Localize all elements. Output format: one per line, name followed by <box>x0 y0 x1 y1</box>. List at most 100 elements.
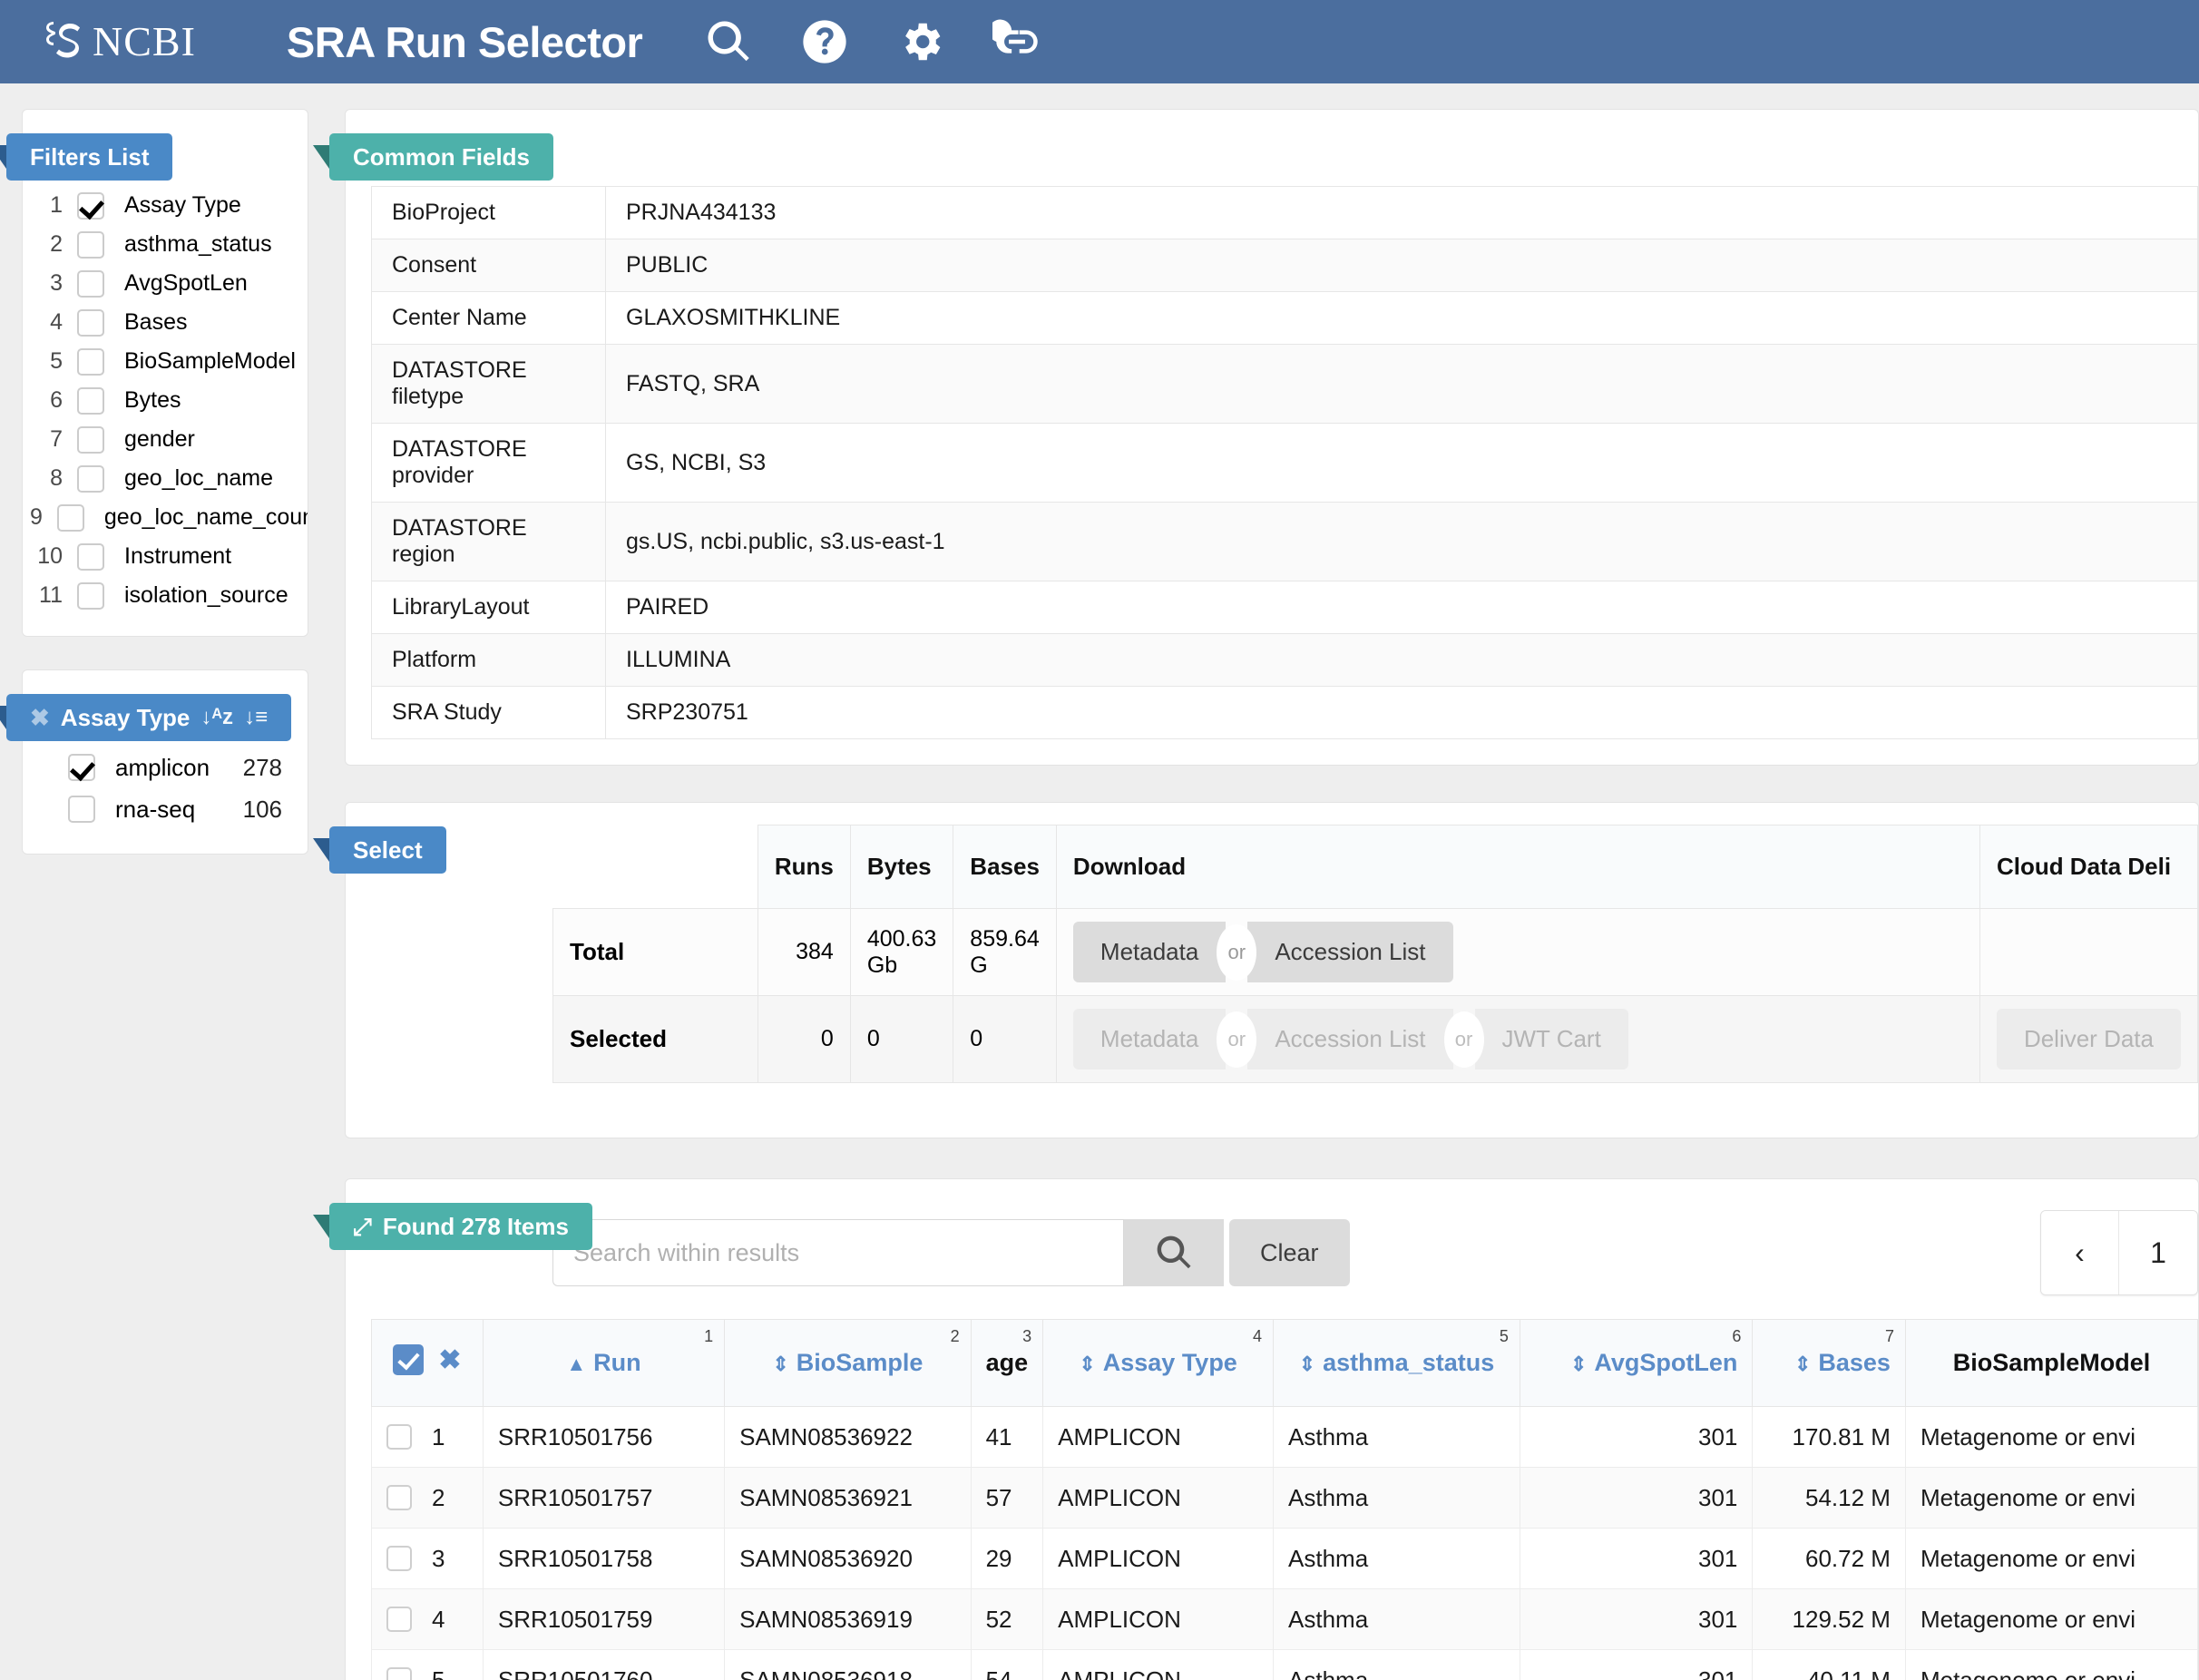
filter-item[interactable]: 10 Instrument <box>30 537 308 576</box>
cell-age: 29 <box>970 1528 1044 1589</box>
table-row[interactable]: 4 SRR10501759 SAMN08536919 52 AMPLICON Asthma… <box>371 1588 2198 1650</box>
sort-both-icon[interactable]: ⇕ <box>772 1353 788 1375</box>
assay-type-option-checkbox[interactable] <box>68 796 95 823</box>
filter-item[interactable]: 11 isolation_source <box>30 576 308 615</box>
cell-biosample[interactable]: SAMN08536919 <box>724 1588 972 1650</box>
sort-count-icon[interactable]: ↓≡ <box>244 707 268 728</box>
cell-biosample[interactable]: SAMN08536920 <box>724 1528 972 1589</box>
results-column-biosample[interactable]: 2 ⇕ BioSample <box>724 1319 972 1407</box>
row-checkbox[interactable] <box>386 1485 412 1510</box>
row-checkbox[interactable] <box>386 1607 412 1632</box>
cell-bases: 129.52 M <box>1752 1588 1906 1650</box>
sort-alpha-icon[interactable]: ↓ᴬᴢ <box>200 707 233 728</box>
filter-item-checkbox[interactable] <box>77 542 104 571</box>
common-field-value[interactable]: SRP230751 <box>605 686 2198 739</box>
search-input[interactable] <box>552 1219 1124 1286</box>
filter-item-checkbox[interactable] <box>77 386 104 415</box>
column-index: 7 <box>1884 1327 1894 1345</box>
results-column-run[interactable]: 1 ▲ Run <box>482 1319 726 1407</box>
filter-item[interactable]: 6 Bytes <box>30 381 308 420</box>
cell-run[interactable]: SRR10501760 <box>482 1649 726 1680</box>
filter-item[interactable]: 3 AvgSpotLen <box>30 264 308 303</box>
filter-item-checkbox[interactable] <box>77 230 104 259</box>
total-accession-list-button[interactable]: Accession List <box>1247 922 1453 982</box>
search-submit-button[interactable] <box>1124 1219 1224 1286</box>
close-icon[interactable]: ✖ <box>30 706 50 729</box>
search-icon[interactable] <box>704 17 753 66</box>
link-icon[interactable] <box>992 17 1041 66</box>
select-all-checkbox[interactable] <box>393 1344 425 1376</box>
row-select-cell[interactable]: 2 <box>371 1467 484 1529</box>
total-download-cell: Metadata or Accession List <box>1055 908 1980 996</box>
filters-scroll-area[interactable]: 1 Assay Type 2 asthma_status 3 AvgSpotLen 4 Bas… <box>23 186 308 621</box>
sort-both-icon[interactable]: ⇕ <box>1794 1353 1811 1375</box>
clear-button[interactable]: Clear <box>1229 1219 1350 1286</box>
sort-asc-icon[interactable]: ▲ <box>566 1353 586 1375</box>
cell-biosample[interactable]: SAMN08536918 <box>724 1649 972 1680</box>
filter-item-label: BioSampleModel <box>124 348 296 374</box>
selected-metadata-button[interactable]: Metadata <box>1072 1009 1227 1070</box>
clear-selection-icon[interactable]: ✖ <box>438 1344 461 1376</box>
filter-item[interactable]: 7 gender <box>30 420 308 459</box>
table-row[interactable]: 2 SRR10501757 SAMN08536921 57 AMPLICON Asthma… <box>371 1467 2198 1529</box>
pagination-prev-button[interactable]: ‹ <box>2041 1211 2119 1294</box>
assay-type-option-list: amplicon 278 rna-seq 106 <box>23 747 308 830</box>
row-select-cell[interactable]: 4 <box>371 1588 484 1650</box>
results-column-avgspot[interactable]: 6 ⇕ AvgSpotLen <box>1519 1319 1754 1407</box>
total-metadata-button[interactable]: Metadata <box>1072 922 1227 982</box>
col-download: Download <box>1055 825 1980 909</box>
assay-type-option[interactable]: amplicon 278 <box>23 747 308 788</box>
table-row[interactable]: 1 SRR10501756 SAMN08536922 41 AMPLICON Asthma… <box>371 1406 2198 1468</box>
sort-both-icon[interactable]: ⇕ <box>1299 1353 1315 1375</box>
table-row[interactable]: 3 SRR10501758 SAMN08536920 29 AMPLICON Asthma… <box>371 1528 2198 1589</box>
results-column-assay[interactable]: 4 ⇕ Assay Type <box>1042 1319 1275 1407</box>
filter-item[interactable]: 4 Bases <box>30 303 308 342</box>
help-icon[interactable] <box>800 17 849 66</box>
filter-item-checkbox[interactable] <box>77 308 104 337</box>
ncbi-logo[interactable]: NCBI <box>44 20 196 63</box>
results-column-asthma[interactable]: 5 ⇕ asthma_status <box>1273 1319 1520 1407</box>
filter-item[interactable]: 9 geo_loc_name_country <box>30 498 308 537</box>
results-column-bases[interactable]: 7 ⇕ Bases <box>1752 1319 1906 1407</box>
common-field-value[interactable]: PRJNA434133 <box>605 186 2198 239</box>
filter-item-checkbox[interactable] <box>77 347 104 376</box>
filter-item[interactable]: 8 geo_loc_name <box>30 459 308 498</box>
row-select-cell[interactable]: 5 <box>371 1649 484 1680</box>
cell-biosample[interactable]: SAMN08536921 <box>724 1467 972 1529</box>
assay-type-option[interactable]: rna-seq 106 <box>23 788 308 830</box>
cell-assay: AMPLICON <box>1042 1467 1275 1529</box>
column-label: age <box>985 1349 1029 1376</box>
filter-item[interactable]: 1 Assay Type <box>30 186 308 225</box>
filter-item-checkbox[interactable] <box>77 191 104 220</box>
cell-run[interactable]: SRR10501757 <box>482 1467 726 1529</box>
filter-item[interactable]: 12lat_lon <box>30 615 308 621</box>
selected-accession-list-button[interactable]: Accession List <box>1247 1009 1453 1070</box>
deliver-data-button[interactable]: Deliver Data <box>1996 1009 2181 1070</box>
cell-run[interactable]: SRR10501758 <box>482 1528 726 1589</box>
filter-item-checkbox[interactable] <box>77 464 104 493</box>
cell-run[interactable]: SRR10501759 <box>482 1588 726 1650</box>
row-checkbox[interactable] <box>386 1424 412 1450</box>
filter-item-number: 10 <box>37 543 63 569</box>
filter-item-checkbox[interactable] <box>77 581 104 610</box>
row-select-cell[interactable]: 1 <box>371 1406 484 1468</box>
filter-item-checkbox[interactable] <box>77 425 104 454</box>
table-row[interactable]: 5 SRR10501760 SAMN08536918 54 AMPLICON Asthma… <box>371 1649 2198 1680</box>
ribbon-tail <box>313 145 329 169</box>
assay-type-option-checkbox[interactable] <box>68 754 95 781</box>
cell-run[interactable]: SRR10501756 <box>482 1406 726 1468</box>
sort-both-icon[interactable]: ⇕ <box>1570 1353 1587 1375</box>
filter-item-checkbox[interactable] <box>56 503 84 532</box>
gear-icon[interactable] <box>896 17 945 66</box>
row-select-cell[interactable]: 3 <box>371 1528 484 1589</box>
selected-jwt-cart-button[interactable]: JWT Cart <box>1474 1009 1628 1070</box>
row-checkbox[interactable] <box>386 1667 412 1680</box>
filter-item[interactable]: 2 asthma_status <box>30 225 308 264</box>
filter-item-checkbox[interactable] <box>77 620 104 621</box>
row-checkbox[interactable] <box>386 1546 412 1571</box>
filter-item[interactable]: 5 BioSampleModel <box>30 342 308 381</box>
cell-biosample[interactable]: SAMN08536922 <box>724 1406 972 1468</box>
filter-item-checkbox[interactable] <box>77 269 104 298</box>
sort-both-icon[interactable]: ⇕ <box>1079 1353 1095 1375</box>
pagination-page-1[interactable]: 1 <box>2119 1211 2197 1294</box>
